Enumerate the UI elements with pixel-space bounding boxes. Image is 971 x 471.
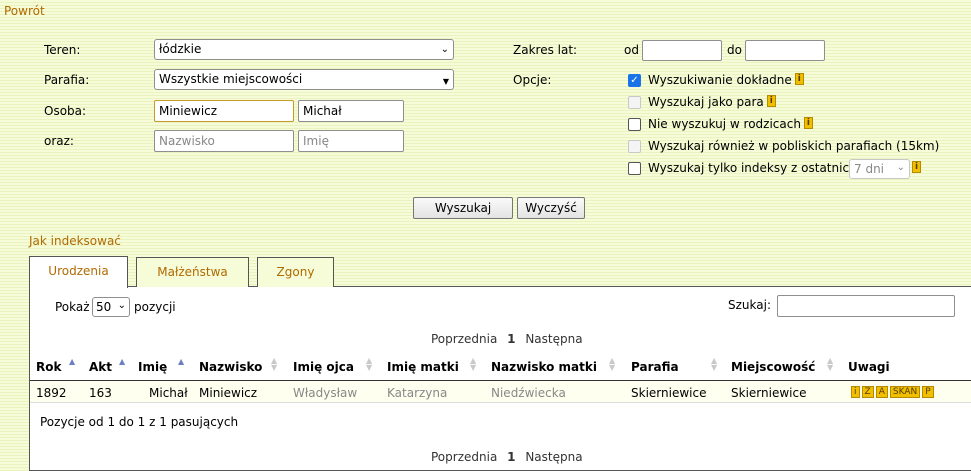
col-rok[interactable]: Rok [36, 360, 61, 374]
years-from-label: od [624, 43, 639, 57]
option-exact: Wyszukiwanie dokładne i [648, 73, 804, 87]
parafia-value: Wszystkie miejscowości [159, 72, 303, 86]
tag-z[interactable]: Z [861, 386, 874, 398]
cell-imie-matki: Katarzyna [387, 386, 448, 400]
col-parafia[interactable]: Parafia [631, 360, 679, 374]
pagination-prev[interactable]: Poprzednia [431, 332, 497, 346]
cell-imie-ojca: Władysław [293, 386, 358, 400]
oraz-label: oraz: [44, 134, 74, 148]
parafia-select[interactable]: Wszystkie miejscowości ▼ [154, 69, 454, 90]
cell-akt: 163 [89, 386, 112, 400]
oraz-surname-input[interactable]: Nazwisko [154, 130, 294, 152]
sort-icon: ▲ ▼ [366, 356, 373, 372]
col-akt[interactable]: Akt [89, 360, 112, 374]
cell-rok: 1892 [36, 386, 67, 400]
col-imie-ojca[interactable]: Imię ojca [293, 360, 354, 374]
table-info: Pozycje od 1 do 1 z 1 pasujących [40, 415, 239, 429]
oraz-surname-placeholder: Nazwisko [159, 134, 215, 148]
cell-uwagi: i Z A SKAN P [851, 386, 936, 400]
osoba-name-input[interactable]: Michał [298, 100, 404, 122]
option-exact-checkbox[interactable]: ✓ [628, 74, 641, 87]
pagination-top: Poprzednia 1 Następna [431, 332, 583, 346]
cell-nazwisko-matki: Niedźwiecka [491, 386, 566, 400]
option-no-parents-label: Nie wyszukuj w rodzicach [648, 117, 801, 131]
info-icon[interactable]: i [794, 73, 804, 85]
parafia-label: Parafia: [44, 73, 90, 87]
cell-parafia: Skierniewice [631, 386, 707, 400]
page-size-value: 50 [96, 300, 112, 314]
osoba-label: Osoba: [44, 104, 87, 118]
tag-skan[interactable]: SKAN [889, 386, 921, 398]
years-label: Zakres lat: [513, 43, 578, 57]
pagination-bottom: Poprzednia 1 Następna [431, 450, 583, 464]
tag-a[interactable]: A [875, 386, 888, 398]
cell-nazwisko: Miniewicz [199, 386, 258, 400]
sort-asc-icon: ▲ [69, 357, 76, 366]
option-exact-label: Wyszukiwanie dokładne [648, 73, 792, 87]
tab-marriages[interactable]: Małżeństwa [136, 257, 249, 287]
option-no-parents-checkbox[interactable] [628, 118, 641, 131]
option-recent-checkbox[interactable] [628, 162, 641, 175]
clear-button[interactable]: Wyczyść [517, 197, 585, 219]
page-size-select[interactable]: 50 ⌄ [92, 297, 130, 317]
sort-asc-icon: ▲ [119, 357, 126, 366]
col-imie[interactable]: Imię [138, 360, 167, 374]
option-no-parents: Nie wyszukuj w rodzicach i [648, 117, 813, 131]
options-label: Opcje: [513, 73, 552, 87]
teren-select[interactable]: łódzkie ⌄ [154, 39, 454, 60]
option-nearby-checkbox[interactable] [628, 140, 641, 153]
sort-asc-icon: ▲ [178, 357, 185, 366]
sort-icon: ▲ ▼ [711, 356, 718, 372]
teren-label: Teren: [44, 43, 81, 57]
pagination-next[interactable]: Następna [525, 450, 582, 464]
table-search-label: Szukaj: [728, 298, 771, 312]
entries-label: pozycji [134, 300, 176, 314]
col-uwagi: Uwagi [848, 360, 890, 374]
info-icon[interactable]: i [912, 161, 921, 173]
osoba-surname-input[interactable]: Miniewicz [154, 100, 294, 122]
option-recent-label: Wyszukaj tylko indeksy z ostatnich [648, 161, 857, 175]
teren-value: łódzkie [159, 42, 202, 56]
pagination-current[interactable]: 1 [507, 450, 515, 464]
col-miejscowosc[interactable]: Miejscowość [731, 360, 815, 374]
sort-icon: ▲ ▼ [609, 356, 616, 372]
oraz-name-placeholder: Imię [303, 134, 329, 148]
chevron-down-icon: ⌄ [440, 44, 449, 55]
years-from-input[interactable] [642, 40, 722, 61]
years-to-input[interactable] [745, 40, 825, 61]
chevron-down-icon: ⌄ [117, 300, 126, 311]
sort-icon: ▲ ▼ [827, 356, 834, 372]
tag-p[interactable]: P [922, 386, 934, 398]
chevron-down-icon: ⌄ [896, 162, 905, 173]
table-search-input[interactable] [777, 295, 955, 317]
tab-births[interactable]: Urodzenia [29, 256, 128, 288]
col-nazwisko[interactable]: Nazwisko [199, 360, 262, 374]
tab-deaths[interactable]: Zgony [257, 257, 334, 287]
info-icon[interactable]: i [851, 386, 860, 398]
info-icon[interactable]: i [766, 95, 776, 107]
cell-miejscowosc: Skierniewice [731, 386, 807, 400]
option-pair-label: Wyszukaj jako para [648, 95, 764, 109]
recent-period-select[interactable]: 7 dni ⌄ [849, 159, 910, 179]
col-nazwisko-matki[interactable]: Nazwisko matki [491, 360, 597, 374]
years-to-label: do [727, 43, 742, 57]
pagination-prev[interactable]: Poprzednia [431, 450, 497, 464]
info-icon[interactable]: i [803, 117, 813, 129]
sort-icon: ▲ ▼ [470, 356, 477, 372]
show-label: Pokaż [55, 300, 90, 314]
search-button[interactable]: Wyszukaj [413, 197, 513, 219]
back-link[interactable]: Powrót [4, 4, 45, 18]
option-pair: Wyszukaj jako para i [648, 95, 776, 109]
col-imie-matki[interactable]: Imię matki [387, 360, 459, 374]
option-nearby-label: Wyszukaj również w pobliskich parafiach … [648, 139, 940, 153]
pagination-next[interactable]: Następna [525, 332, 582, 346]
option-pair-checkbox[interactable] [628, 96, 641, 109]
oraz-name-input[interactable]: Imię [298, 130, 404, 152]
pagination-current[interactable]: 1 [507, 332, 515, 346]
recent-period-value: 7 dni [854, 162, 885, 176]
cell-imie: Michał [149, 386, 188, 400]
how-to-index-link[interactable]: Jak indeksować [29, 234, 121, 248]
sort-icon: ▲ ▼ [271, 356, 278, 372]
triangle-down-icon: ▼ [442, 77, 449, 86]
